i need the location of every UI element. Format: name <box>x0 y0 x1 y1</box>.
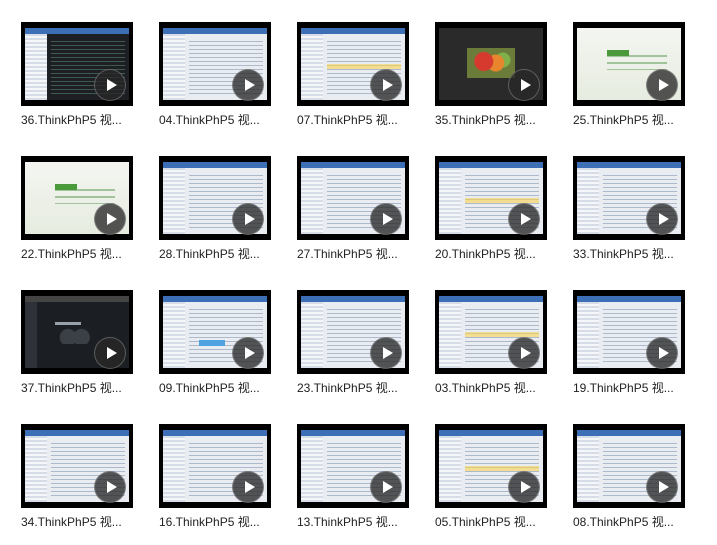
play-icon[interactable] <box>94 203 126 235</box>
video-tile[interactable]: 25.ThinkPhP5 视... <box>573 22 685 127</box>
video-title[interactable]: 33.ThinkPhP5 视... <box>573 247 703 261</box>
video-tile[interactable]: 08.ThinkPhP5 视... <box>573 424 685 529</box>
video-tile[interactable]: 09.ThinkPhP5 视... <box>159 290 271 395</box>
video-tile[interactable]: 07.ThinkPhP5 视... <box>297 22 409 127</box>
play-icon[interactable] <box>646 203 678 235</box>
video-tile[interactable]: 36.ThinkPhP5 视... <box>21 22 133 127</box>
video-thumbnail[interactable] <box>573 424 685 508</box>
video-tile[interactable]: 27.ThinkPhP5 视... <box>297 156 409 261</box>
play-icon[interactable] <box>94 69 126 101</box>
play-icon[interactable] <box>232 471 264 503</box>
video-title[interactable]: 20.ThinkPhP5 视... <box>435 247 565 261</box>
play-icon[interactable] <box>370 337 402 369</box>
video-tile[interactable]: 05.ThinkPhP5 视... <box>435 424 547 529</box>
video-title[interactable]: 34.ThinkPhP5 视... <box>21 515 151 529</box>
play-icon[interactable] <box>508 337 540 369</box>
play-icon[interactable] <box>370 69 402 101</box>
video-tile[interactable]: 03.ThinkPhP5 视... <box>435 290 547 395</box>
video-thumbnail[interactable] <box>573 22 685 106</box>
video-thumbnail[interactable] <box>21 156 133 240</box>
play-icon[interactable] <box>232 203 264 235</box>
video-thumbnail[interactable] <box>21 290 133 374</box>
video-title[interactable]: 35.ThinkPhP5 视... <box>435 113 565 127</box>
play-icon[interactable] <box>508 69 540 101</box>
video-title[interactable]: 28.ThinkPhP5 视... <box>159 247 289 261</box>
video-title[interactable]: 13.ThinkPhP5 视... <box>297 515 427 529</box>
video-title[interactable]: 23.ThinkPhP5 视... <box>297 381 427 395</box>
video-title[interactable]: 04.ThinkPhP5 视... <box>159 113 289 127</box>
video-thumbnail[interactable] <box>435 290 547 374</box>
play-icon[interactable] <box>94 337 126 369</box>
video-thumbnail[interactable] <box>297 22 409 106</box>
play-icon[interactable] <box>508 471 540 503</box>
video-thumbnail[interactable] <box>435 22 547 106</box>
play-icon[interactable] <box>508 203 540 235</box>
video-title[interactable]: 27.ThinkPhP5 视... <box>297 247 427 261</box>
video-tile[interactable]: 34.ThinkPhP5 视... <box>21 424 133 529</box>
video-title[interactable]: 03.ThinkPhP5 视... <box>435 381 565 395</box>
video-tile[interactable]: 20.ThinkPhP5 视... <box>435 156 547 261</box>
play-icon[interactable] <box>232 337 264 369</box>
video-thumbnail[interactable] <box>297 290 409 374</box>
video-thumbnail[interactable] <box>21 424 133 508</box>
play-icon[interactable] <box>646 471 678 503</box>
video-tile[interactable]: 13.ThinkPhP5 视... <box>297 424 409 529</box>
play-icon[interactable] <box>232 69 264 101</box>
video-title[interactable]: 07.ThinkPhP5 视... <box>297 113 427 127</box>
video-thumbnail[interactable] <box>159 424 271 508</box>
video-title[interactable]: 08.ThinkPhP5 视... <box>573 515 703 529</box>
video-title[interactable]: 36.ThinkPhP5 视... <box>21 113 151 127</box>
video-thumbnail[interactable] <box>159 156 271 240</box>
play-icon[interactable] <box>94 471 126 503</box>
video-title[interactable]: 22.ThinkPhP5 视... <box>21 247 151 261</box>
play-icon[interactable] <box>370 203 402 235</box>
video-title[interactable]: 16.ThinkPhP5 视... <box>159 515 289 529</box>
video-thumbnail[interactable] <box>21 22 133 106</box>
video-thumbnail[interactable] <box>159 290 271 374</box>
video-thumbnail[interactable] <box>435 424 547 508</box>
video-tile[interactable]: 04.ThinkPhP5 视... <box>159 22 271 127</box>
video-tile[interactable]: 37.ThinkPhP5 视... <box>21 290 133 395</box>
play-icon[interactable] <box>370 471 402 503</box>
video-tile[interactable]: 19.ThinkPhP5 视... <box>573 290 685 395</box>
video-title[interactable]: 37.ThinkPhP5 视... <box>21 381 151 395</box>
video-title[interactable]: 05.ThinkPhP5 视... <box>435 515 565 529</box>
video-tile[interactable]: 35.ThinkPhP5 视... <box>435 22 547 127</box>
video-grid: 36.ThinkPhP5 视... 04.ThinkPhP5 视... 07.T… <box>21 22 685 529</box>
video-tile[interactable]: 16.ThinkPhP5 视... <box>159 424 271 529</box>
video-tile[interactable]: 33.ThinkPhP5 视... <box>573 156 685 261</box>
video-tile[interactable]: 22.ThinkPhP5 视... <box>21 156 133 261</box>
video-title[interactable]: 19.ThinkPhP5 视... <box>573 381 703 395</box>
video-title[interactable]: 09.ThinkPhP5 视... <box>159 381 289 395</box>
video-thumbnail[interactable] <box>297 156 409 240</box>
video-thumbnail[interactable] <box>573 290 685 374</box>
video-thumbnail[interactable] <box>297 424 409 508</box>
video-thumbnail[interactable] <box>573 156 685 240</box>
video-thumbnail[interactable] <box>159 22 271 106</box>
play-icon[interactable] <box>646 337 678 369</box>
video-tile[interactable]: 23.ThinkPhP5 视... <box>297 290 409 395</box>
video-thumbnail[interactable] <box>435 156 547 240</box>
play-icon[interactable] <box>646 69 678 101</box>
video-title[interactable]: 25.ThinkPhP5 视... <box>573 113 703 127</box>
video-tile[interactable]: 28.ThinkPhP5 视... <box>159 156 271 261</box>
